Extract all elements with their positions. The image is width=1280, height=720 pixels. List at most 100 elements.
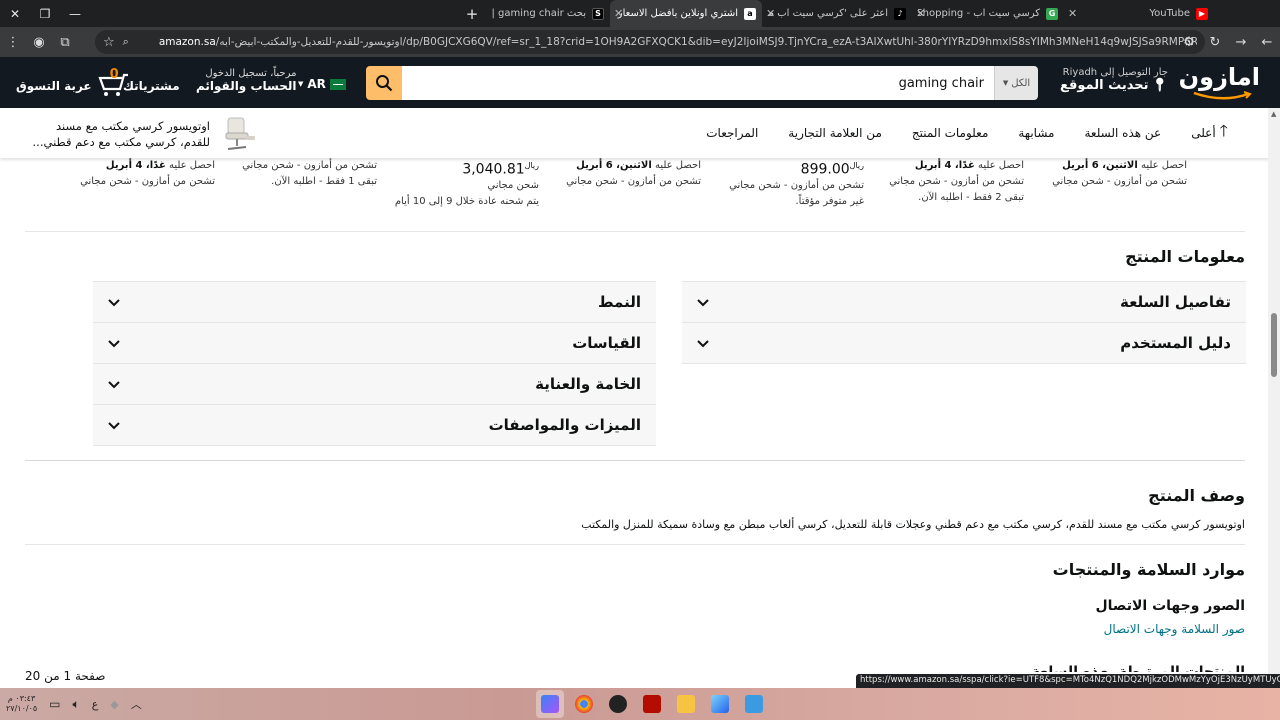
tab-title: YouTube bbox=[1149, 8, 1190, 19]
accordion-item-style[interactable]: النمط bbox=[93, 282, 656, 323]
tray-chevron-up-icon[interactable]: ︿ bbox=[131, 696, 142, 712]
tab-youtube[interactable]: ▶ YouTube ✕ bbox=[1064, 0, 1214, 27]
cart-icon: 0 bbox=[96, 67, 130, 97]
extensions-icon[interactable]: ⧉ bbox=[52, 27, 78, 57]
caret-down-icon: ▼ bbox=[298, 80, 304, 88]
close-tab-icon[interactable]: ✕ bbox=[1068, 7, 1077, 20]
language-indicator[interactable]: ع bbox=[92, 698, 99, 711]
compare-column: احصل عليه الاثنين، 6 أبريل تشحن من أمازو… bbox=[566, 160, 701, 187]
url-domain: amazon.sa bbox=[158, 36, 216, 48]
page-scrollbar[interactable]: ▲ ▼ bbox=[1268, 108, 1280, 686]
taskbar-app-chrome[interactable] bbox=[570, 690, 598, 718]
google-shopping-favicon-icon: G bbox=[1046, 7, 1058, 20]
window-controls: ✕ ❐ — bbox=[0, 0, 90, 27]
comparison-strip: احصل عليه الاثنين، 6 أبريل تشحن من أمازو… bbox=[0, 158, 1280, 230]
nav-reviews[interactable]: المراجعات bbox=[706, 126, 758, 140]
language-label: AR bbox=[307, 77, 326, 91]
accordion-item-material-care[interactable]: الخامة والعناية bbox=[93, 364, 656, 405]
reload-icon[interactable]: ↻ bbox=[1202, 27, 1228, 57]
close-tab-icon[interactable]: ✕ bbox=[916, 7, 925, 20]
accordion-label: دليل المستخدم bbox=[1120, 334, 1231, 352]
search-button[interactable] bbox=[366, 66, 402, 100]
volume-icon[interactable]: 🔈︎ bbox=[73, 697, 80, 712]
nav-from-brand[interactable]: من العلامة التجارية bbox=[788, 126, 882, 140]
search-category-dropdown[interactable]: ▼ الكل bbox=[994, 66, 1038, 100]
network-icon[interactable]: ◆ bbox=[110, 698, 118, 711]
chrome-app-icon bbox=[575, 695, 593, 713]
restore-window-icon[interactable]: ❐ bbox=[30, 0, 60, 27]
accordion-item-details[interactable]: تفاصيل السلعة bbox=[682, 282, 1246, 323]
accordion-item-measurements[interactable]: القياسات bbox=[93, 323, 656, 364]
accordion-item-features[interactable]: الميزات والمواصفات bbox=[93, 405, 656, 446]
taskbar-app-file-explorer[interactable] bbox=[672, 690, 700, 718]
accordion-label: القياسات bbox=[572, 334, 641, 352]
system-tray: ٠٣:٤٣ م ٢٧/١٠/٠٥ ▭ 🔈︎ ع ◆ ︿ bbox=[6, 688, 142, 720]
accordion-label: النمط bbox=[597, 293, 641, 311]
scroll-up-icon[interactable]: ▲ bbox=[1271, 110, 1276, 118]
accordion-label: الميزات والمواصفات bbox=[488, 416, 641, 434]
chevron-down-icon: ▼ bbox=[1002, 79, 1009, 87]
compare-column: تشحن من أمازون - شحن مجاني تبقى 1 فقط - … bbox=[242, 160, 377, 187]
clock[interactable]: ٠٣:٤٣ م ٢٧/١٠/٠٥ bbox=[6, 694, 37, 714]
tab-tiktok[interactable]: ♪ اعثر على 'كرسي سيت اب مربع' على TikTok… bbox=[762, 0, 912, 27]
taskbar-app-browser[interactable] bbox=[536, 690, 564, 718]
amazon-favicon-icon: a bbox=[744, 7, 756, 20]
product-info-right-accordion: تفاصيل السلعة دليل المستخدم bbox=[682, 281, 1246, 364]
safety-subtitle: الصور وجهات الاتصال bbox=[1095, 598, 1245, 614]
search-bar: ▼الكل bbox=[366, 66, 1038, 100]
cart-button[interactable]: عربة التسوق 0 bbox=[16, 67, 130, 97]
divider bbox=[25, 231, 1245, 232]
language-selector[interactable]: ▼ AR bbox=[298, 77, 346, 91]
tab-google-shopping[interactable]: G كرسي سيت اب - Google Shopping ✕ bbox=[912, 0, 1064, 27]
site-settings-icon[interactable]: ⚙ bbox=[1176, 27, 1202, 57]
orders-link[interactable]: مشترياتك bbox=[123, 79, 180, 93]
zoom-search-icon[interactable]: ⌕ bbox=[123, 35, 129, 49]
url-text[interactable]: amazon.sa/اوتويسور-للقدم-للتعديل-والمكتب… bbox=[159, 36, 1197, 48]
chevron-down-icon bbox=[108, 340, 120, 348]
menu-kebab-icon[interactable]: ⋮ bbox=[0, 27, 26, 57]
cart-count: 0 bbox=[109, 67, 119, 82]
taskbar-app-media[interactable] bbox=[604, 690, 632, 718]
price: 3,040.81 bbox=[462, 161, 525, 178]
deliver-to[interactable]: جار التوصيل إلى Riyadh 📍︎ تحديث الموقع bbox=[1060, 67, 1168, 93]
close-window-icon[interactable]: ✕ bbox=[0, 0, 30, 27]
arrow-up-icon: 🡑 bbox=[1219, 120, 1228, 140]
safety-title: موارد السلامة والمنتجات bbox=[1052, 560, 1245, 579]
minimize-window-icon[interactable]: — bbox=[60, 0, 90, 27]
nav-about-item[interactable]: عن هذه السلعة bbox=[1084, 126, 1161, 140]
account-menu[interactable]: مرحباً، تسجيل الدخول الحساب والقوائم bbox=[196, 68, 297, 93]
account-label: الحساب والقوائم bbox=[196, 79, 297, 93]
tab-shein[interactable]: S بحث gaming chair | شي إن bbox=[484, 0, 610, 27]
tiktok-favicon-icon: ♪ bbox=[894, 7, 906, 20]
product-thumbnail bbox=[225, 117, 255, 150]
taskbar-app-tool[interactable] bbox=[706, 690, 734, 718]
saudi-flag-icon bbox=[329, 78, 346, 90]
mini-product-card[interactable]: اوتويسور كرسي مكتب مع مسند للقدم، كرسي م… bbox=[28, 114, 258, 154]
account-greeting: مرحباً، تسجيل الدخول bbox=[205, 68, 297, 79]
chat-bubble-icon[interactable]: ▭ bbox=[49, 697, 60, 711]
close-tab-icon[interactable]: ✕ bbox=[614, 7, 623, 20]
profile-avatar-icon[interactable]: ◉ bbox=[26, 27, 52, 57]
logo-text: امازون bbox=[1178, 63, 1260, 91]
forward-icon[interactable]: → bbox=[1228, 27, 1254, 57]
back-icon[interactable]: ← bbox=[1254, 27, 1280, 57]
nav-similar[interactable]: مشابهة bbox=[1018, 126, 1054, 140]
amazon-header: امازون جار التوصيل إلى Riyadh 📍︎ تحديث ال… bbox=[0, 57, 1280, 108]
amazon-logo[interactable]: امازون bbox=[1178, 63, 1260, 101]
tab-amazon[interactable]: a اشتري اونلاين بأفضل الاسعار بال... ✕ bbox=[610, 0, 762, 27]
windows-taskbar: ٠٣:٤٣ م ٢٧/١٠/٠٥ ▭ 🔈︎ ع ◆ ︿ bbox=[0, 688, 1280, 720]
new-tab-button[interactable]: + bbox=[460, 5, 484, 23]
nav-top-link[interactable]: 🡑 أعلى bbox=[1191, 120, 1228, 147]
bookmark-star-icon[interactable]: ☆ bbox=[103, 35, 115, 50]
accordion-item-user-guide[interactable]: دليل المستخدم bbox=[682, 323, 1246, 364]
taskbar-app-pdf[interactable] bbox=[638, 690, 666, 718]
address-bar[interactable]: ☆ ⌕ amazon.sa/اوتويسور-للقدم-للتعديل-وال… bbox=[95, 30, 1205, 54]
tab-title: كرسي سيت اب - Google Shopping bbox=[918, 8, 1040, 19]
pagination-label: صفحة 1 من 20 bbox=[25, 669, 106, 683]
scrollbar-thumb[interactable] bbox=[1271, 313, 1277, 377]
taskbar-app-store[interactable] bbox=[740, 690, 768, 718]
close-tab-icon[interactable]: ✕ bbox=[766, 7, 775, 20]
search-input[interactable] bbox=[402, 66, 994, 100]
safety-images-link[interactable]: صور السلامة وجهات الاتصال bbox=[1104, 622, 1245, 636]
nav-product-info[interactable]: معلومات المنتج bbox=[912, 126, 989, 140]
